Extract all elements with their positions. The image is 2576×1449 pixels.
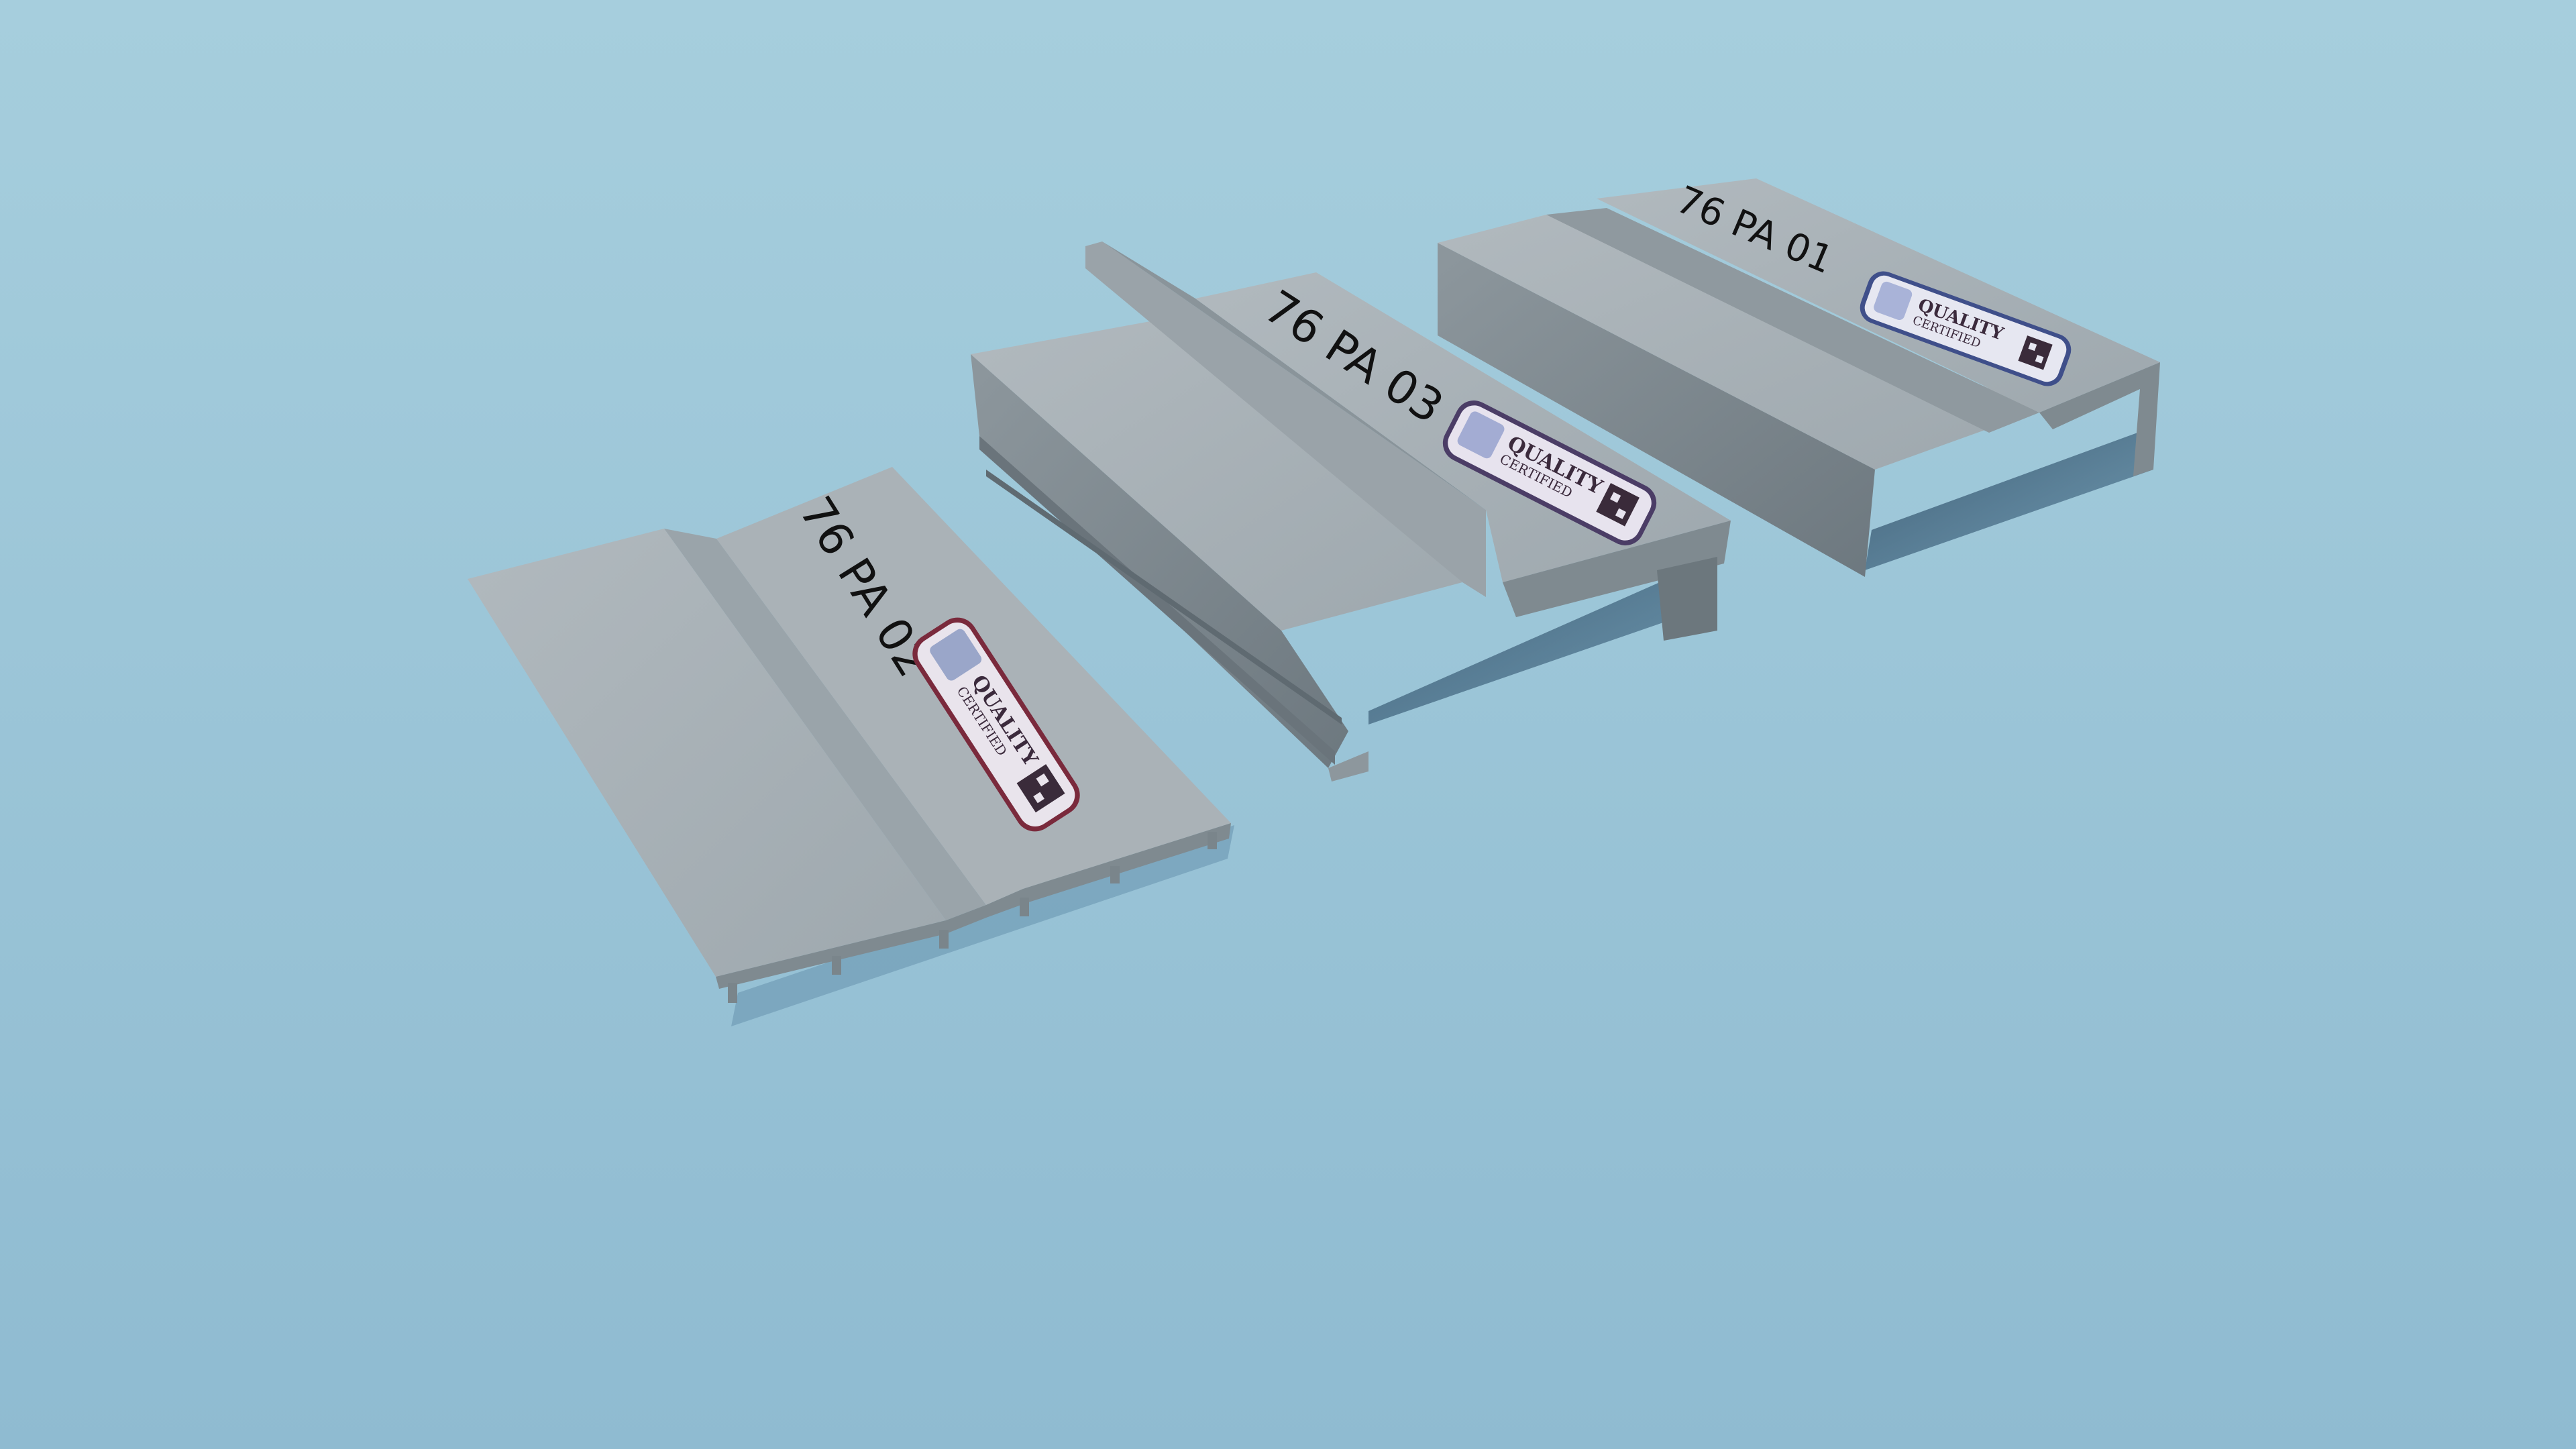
scene-canvas: 76 PA 02 QUALITY CERTIFIED 76 PA 03 QUAL… bbox=[0, 0, 2576, 1449]
render-scene: 76 PA 02 QUALITY CERTIFIED 76 PA 03 QUAL… bbox=[0, 0, 2576, 1449]
